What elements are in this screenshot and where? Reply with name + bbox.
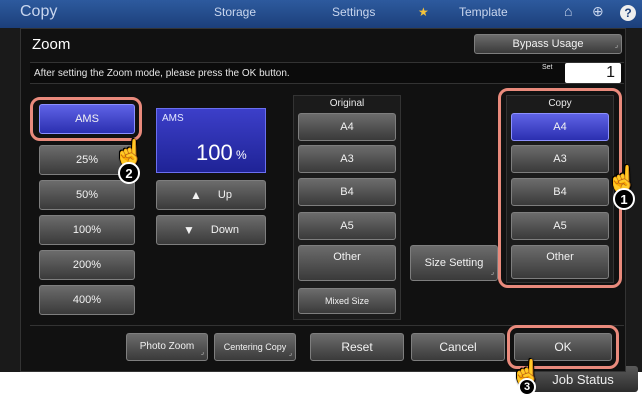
help-icon[interactable]: ? [620,5,636,21]
centering-copy-label: Centering Copy [223,342,287,352]
callout-3-badge: 3 [518,378,536,396]
original-title: Original [329,98,365,109]
mixed-size-button[interactable]: Mixed Size [298,288,396,314]
dialog-title: Zoom [32,36,71,53]
more-icon: ⌟ [288,350,292,357]
zoom-unit: % [236,148,247,162]
zoom-mode-label: AMS [162,113,184,124]
photo-zoom-label: Photo Zoom [139,341,195,352]
centering-copy-button[interactable]: Centering Copy ⌟ [214,333,296,361]
zoom-value: 100 [196,140,233,165]
photo-zoom-button[interactable]: Photo Zoom ⌟ [126,333,208,361]
instruction-message: After setting the Zoom mode, please pres… [34,68,290,79]
top-navigation-bar: Copy Storage Settings ★ Template ⌂ ⊕ ? [0,0,642,28]
zoom-100-button[interactable]: 100% [39,215,135,245]
original-a5-button[interactable]: A5 [298,212,396,240]
original-a3-button[interactable]: A3 [298,145,396,173]
tab-settings[interactable]: Settings [332,5,375,19]
size-setting-label: Size Setting [424,257,484,269]
original-b4-button[interactable]: B4 [298,178,396,206]
down-label: Down [210,224,239,236]
original-a4-button[interactable]: A4 [298,113,396,141]
more-icon: ⌟ [490,269,494,276]
cancel-button[interactable]: Cancel [411,333,505,361]
set-count-field[interactable]: 1 [565,63,621,83]
home-icon[interactable]: ⌂ [564,3,572,19]
copy-size-highlight [498,88,622,288]
bypass-usage-label: Bypass Usage [512,38,584,50]
size-setting-button[interactable]: Size Setting ⌟ [410,245,498,281]
zoom-up-button[interactable]: ▲ Up [156,180,266,210]
triangle-up-icon: ▲ [190,188,202,202]
zoom-200-button[interactable]: 200% [39,250,135,280]
tab-copy[interactable]: Copy [20,3,57,21]
globe-icon[interactable]: ⊕ [592,3,604,20]
bypass-usage-button[interactable]: Bypass Usage ⌟ [474,34,622,54]
callout-1-badge: 1 [613,188,635,210]
app-left-edge [0,28,20,372]
original-other-button[interactable]: Other [298,245,396,281]
zoom-down-button[interactable]: ▼ Down [156,215,266,245]
zoom-400-button[interactable]: 400% [39,285,135,315]
reset-button[interactable]: Reset [310,333,404,361]
ams-highlight [30,97,142,141]
tab-template[interactable]: Template [459,5,508,19]
more-icon: ⌟ [200,349,204,356]
star-icon: ★ [418,5,429,19]
tab-storage[interactable]: Storage [214,5,256,19]
set-label: Set [542,64,553,71]
up-label: Up [217,189,232,201]
zoom-50-button[interactable]: 50% [39,180,135,210]
callout-2-badge: 2 [118,162,140,184]
triangle-down-icon: ▼ [182,223,195,237]
more-icon: ⌟ [614,42,618,49]
